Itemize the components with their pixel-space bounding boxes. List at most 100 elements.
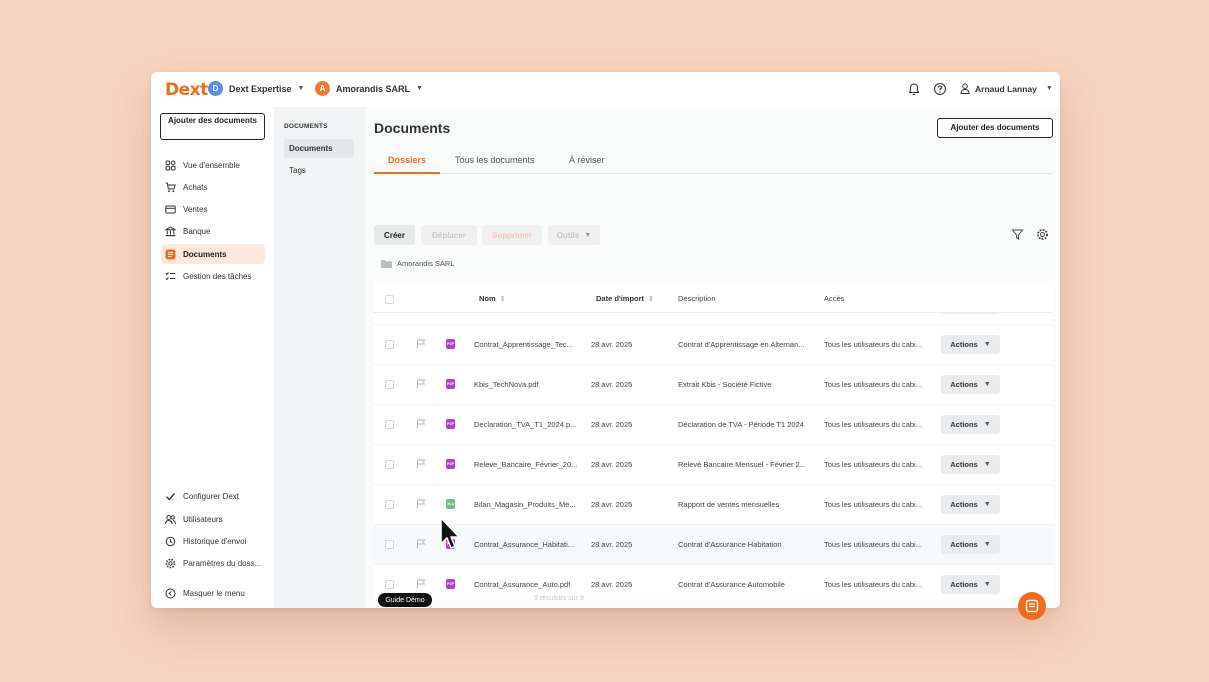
row-actions-dropdown[interactable]: Actions ▼	[941, 455, 1000, 474]
create-button[interactable]: Créer	[374, 225, 415, 245]
check-icon	[166, 492, 176, 501]
row-checkbox[interactable]	[385, 340, 394, 349]
tools-label: Outils	[556, 230, 580, 240]
row-checkbox[interactable]	[385, 500, 394, 509]
document-access: Tous les utilisateurs du cabi...	[824, 460, 922, 469]
sidebar-item-label: Achats	[183, 182, 208, 192]
table-row[interactable]: PDF Releve_Bancaire_Février_20... 28 avr. …	[374, 445, 1053, 485]
client-switcher[interactable]: A Amorandis SARL ▼	[315, 81, 423, 96]
tools-dropdown[interactable]: Outils ▼	[548, 225, 600, 245]
folder-icon	[381, 259, 392, 268]
flag-icon[interactable]	[416, 459, 426, 469]
caret-down-icon: ▼	[416, 85, 423, 92]
sort-icon: ⇕	[499, 295, 506, 303]
hide-menu-button[interactable]: Masquer le menu	[161, 583, 265, 603]
row-checkbox[interactable]	[385, 460, 394, 469]
sort-icon: ⇕	[648, 295, 654, 303]
document-name[interactable]: Kbis_TechNova.pdf	[474, 380, 584, 389]
row-checkbox[interactable]	[385, 580, 394, 589]
filter-icon[interactable]	[1011, 228, 1024, 241]
main-content: Documents Ajouter des documents Dossiers…	[365, 107, 1060, 608]
table-row[interactable]: PDF Kbis_TechNova.pdf 28 avr. 2025 Extrait …	[374, 365, 1053, 405]
import-date: 28 avr. 2025	[591, 580, 633, 589]
document-description: Contrat d'Apprentissage en Alternan...	[678, 340, 805, 349]
breadcrumb-label: Amorandis SARL	[397, 259, 455, 268]
help-icon[interactable]	[933, 82, 947, 96]
sidebar-item-users[interactable]: Utilisateurs	[161, 509, 265, 529]
document-description: Déclaration de TVA - Période T1 2024	[678, 420, 804, 429]
document-access: Tous les utilisateurs du cabi...	[824, 500, 922, 509]
sidebar-item-overview[interactable]: Vue d'ensemble	[161, 155, 265, 175]
document-description: Rapport de ventes mensuelles	[678, 500, 780, 509]
sidebar-item-purchases[interactable]: Achats	[161, 177, 265, 197]
document-name[interactable]: Contrat_Apprentissage_Tec...	[474, 340, 584, 349]
row-checkbox[interactable]	[385, 540, 394, 549]
add-documents-button[interactable]: Ajouter des documents	[937, 118, 1053, 138]
sidebar-item-settings[interactable]: Paramètres du doss...	[161, 553, 265, 573]
sidebar-item-configure[interactable]: Configurer Dext	[161, 486, 265, 506]
hide-menu-label: Masquer le menu	[183, 588, 245, 598]
sidebar-item-tasks[interactable]: Gestion des tâches	[161, 266, 265, 286]
document-access: Tous les utilisateurs du cabi...	[824, 580, 922, 589]
delete-button[interactable]: Supprimer	[482, 225, 542, 245]
sidebar-item-history[interactable]: Historique d'envoi	[161, 531, 265, 551]
table-row[interactable]: PDF Declaration_TVA_T1_2024.p... 28 avr. 2…	[374, 405, 1053, 445]
document-name[interactable]: Bilan_Magasin_Produits_Me...	[474, 500, 584, 509]
breadcrumb[interactable]: Amorandis SARL	[381, 259, 455, 268]
tab-to-review[interactable]: À réviser	[569, 155, 605, 174]
dext-logo[interactable]: Dext	[165, 80, 208, 100]
flag-icon[interactable]	[416, 419, 426, 429]
tab-folders[interactable]: Dossiers	[374, 155, 441, 174]
document-access: Tous les utilisateurs du cabi...	[824, 380, 922, 389]
chat-button[interactable]	[1018, 592, 1046, 620]
row-actions-dropdown[interactable]: Actions ▼	[941, 375, 1000, 394]
caret-down-icon: ▼	[983, 581, 991, 588]
guide-demo-badge[interactable]: Guide Démo	[378, 593, 432, 607]
flag-icon[interactable]	[416, 499, 426, 509]
sidebar-item-documents[interactable]: Documents	[161, 244, 265, 264]
tab-all-documents[interactable]: Tous les documents	[455, 155, 535, 174]
sidebar-item-bank[interactable]: Banque	[161, 221, 265, 241]
subnav-item-documents[interactable]: Documents	[284, 139, 354, 158]
flag-icon[interactable]	[416, 379, 426, 389]
cart-icon	[165, 182, 176, 192]
document-name[interactable]: Contrat_Assurance_Auto.pdf	[474, 580, 584, 589]
row-actions-dropdown[interactable]: Actions ▼	[941, 575, 1000, 594]
column-header-name[interactable]: Nom ⇕	[479, 294, 506, 303]
add-documents-button[interactable]: Ajouter des documents	[160, 113, 265, 140]
table-row[interactable]: PDF Contrat_Apprentissage_Tec... 28 avr. 2…	[374, 325, 1053, 365]
row-actions-dropdown[interactable]: Actions ▼	[941, 335, 1000, 354]
bell-icon[interactable]	[907, 82, 921, 96]
flag-icon[interactable]	[416, 579, 426, 589]
row-actions-dropdown[interactable]: Actions ▼	[941, 415, 1000, 434]
row-checkbox[interactable]	[385, 380, 394, 389]
flag-icon[interactable]	[416, 539, 426, 549]
pdf-file-icon: PDF	[446, 339, 455, 349]
document-name[interactable]: Releve_Bancaire_Février_20...	[474, 460, 584, 469]
import-date: 28 avr. 2025	[591, 380, 633, 389]
document-name[interactable]: Contrat_Assurance_Habitati...	[474, 540, 584, 549]
gear-icon[interactable]	[1036, 228, 1049, 241]
table-row[interactable]: XLS Bilan_Magasin_Produits_Me... 28 avr. 2…	[374, 485, 1053, 525]
org-switcher-dext[interactable]: D Dext Expertise ▼	[208, 81, 304, 96]
column-header-date[interactable]: Date d'import ⇕	[596, 294, 654, 303]
subnav-item-tags[interactable]: Tags	[284, 161, 354, 180]
app-window: Dext D Dext Expertise ▼ A Amorandis SARL…	[151, 72, 1060, 608]
row-actions-dropdown[interactable]: Actions ▼	[941, 535, 1000, 554]
caret-down-icon: ▼	[983, 421, 991, 428]
results-count: 9 résultats sur 9	[534, 595, 584, 602]
select-all-checkbox[interactable]	[385, 295, 394, 304]
table-row[interactable]: PDF Contrat_Assurance_Auto.pdf 28 avr. 202…	[374, 565, 1053, 599]
user-menu[interactable]: Arnaud Lannay ▼	[960, 83, 1053, 94]
document-name[interactable]: Declaration_TVA_T1_2024.p...	[474, 420, 584, 429]
row-checkbox[interactable]	[385, 420, 394, 429]
move-button[interactable]: Déplacer	[421, 225, 477, 245]
column-header-access: Accès	[824, 294, 844, 303]
subnav-heading: DOCUMENTS	[284, 123, 328, 130]
import-date: 28 avr. 2025	[591, 540, 633, 549]
flag-icon[interactable]	[416, 339, 426, 349]
table-row[interactable]: PDFContrat_Assurance_Habitati...28 avr. …	[374, 525, 1053, 565]
row-actions-dropdown[interactable]: Actions ▼	[941, 495, 1000, 514]
document-icon	[165, 249, 176, 259]
sidebar-item-sales[interactable]: Ventes	[161, 199, 265, 219]
